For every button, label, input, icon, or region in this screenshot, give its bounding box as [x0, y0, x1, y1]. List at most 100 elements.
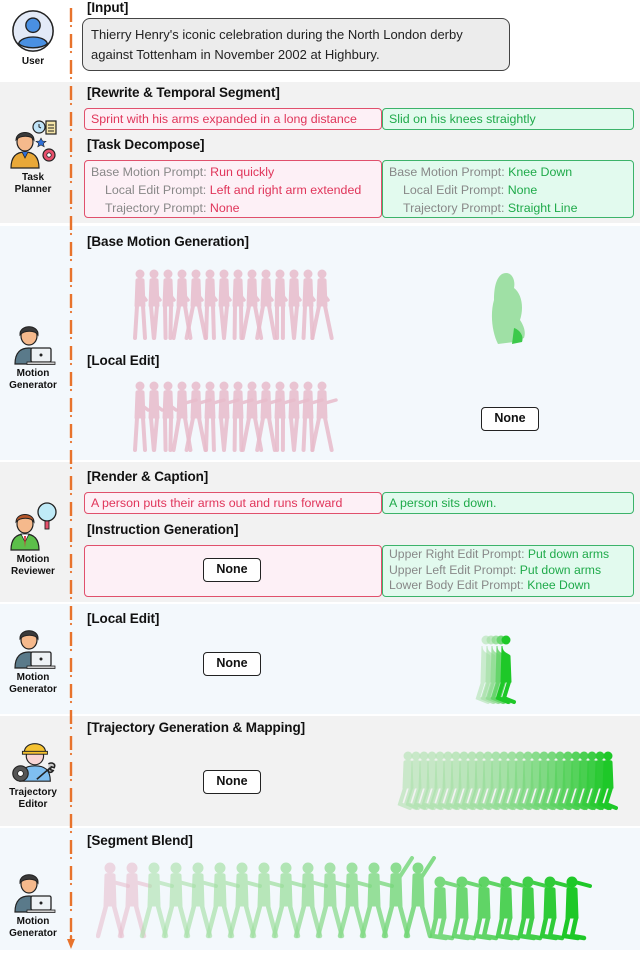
- prompt-value: None: [209, 201, 240, 215]
- human-pose-frame: [403, 856, 436, 939]
- agent-label-1: Motion: [16, 672, 50, 683]
- decompose-segment-2: Base Motion Prompt: Knee Down Local Edit…: [382, 160, 634, 218]
- human-pose-frame: [148, 381, 164, 452]
- motion-generator-icon: [14, 874, 56, 913]
- rewrite-segment-1: Sprint with his arms expanded in a long …: [84, 108, 382, 130]
- render-heading: [Render & Caption]: [87, 469, 209, 484]
- timeline-dot: [69, 622, 73, 626]
- timeline-dot: [69, 414, 73, 418]
- instruction-heading: [Instruction Generation]: [87, 522, 239, 537]
- blended-motion-sequence: [96, 856, 592, 941]
- trajectory-editor-icon: [12, 743, 56, 782]
- human-pose-frame: [204, 269, 218, 340]
- agent-label: User: [21, 56, 45, 67]
- instruction-segment-1-none-badge: None: [203, 558, 261, 582]
- timeline-dot: [69, 206, 73, 210]
- prompt-key: Lower Body Edit Prompt:: [389, 578, 528, 592]
- agent-motion-generator-2: Motion Generator: [4, 622, 62, 696]
- render-segment-2: A person sits down.: [382, 492, 634, 514]
- agent-motion-generator-1: Motion Generator: [4, 318, 62, 392]
- decompose-segment-1: Base Motion Prompt: Run quickly Local Ed…: [84, 160, 382, 218]
- base-motion-heading: [Base Motion Generation]: [87, 234, 249, 249]
- local-edit-kneel-sequence: [475, 635, 516, 704]
- agent-label-1: Motion: [16, 554, 50, 565]
- human-pose-frame: [255, 269, 277, 340]
- prompt-key: Upper Left Edit Prompt:: [389, 562, 520, 577]
- prompt-key: Base Motion Prompt:: [91, 165, 211, 179]
- timeline-dot: [69, 596, 73, 600]
- agent-label-2: Editor: [18, 799, 48, 810]
- human-pose-frame: [133, 269, 148, 340]
- human-pose-frame: [274, 269, 288, 340]
- human-pose-frame: [310, 269, 334, 340]
- motion-generator-icon: [14, 326, 56, 365]
- timeline-dot: [69, 804, 73, 808]
- instruction-row: Upper Left Edit Prompt: Put down arms: [389, 563, 627, 579]
- user-input-text: Thierry Henry's iconic celebration durin…: [82, 18, 510, 71]
- timeline-dot: [69, 440, 73, 444]
- decompose-row: Base Motion Prompt: Run quickly: [91, 163, 375, 181]
- prompt-value: Run quickly: [210, 165, 275, 179]
- timeline-dot: [69, 284, 73, 288]
- prompt-key: Local Edit Prompt:: [105, 183, 210, 197]
- agent-label-2: Generator: [9, 928, 57, 939]
- arrow-head-icon: [67, 939, 75, 949]
- motion-generator-icon: [14, 630, 56, 669]
- decompose-row: Trajectory Prompt: None: [91, 199, 375, 217]
- agent-task-planner: Task Planner: [4, 118, 62, 196]
- decompose-row: Base Motion Prompt: Knee Down: [389, 163, 627, 181]
- timeline-dot: [69, 76, 73, 80]
- timeline-dot: [69, 908, 73, 912]
- agent-label-2: Generator: [9, 684, 57, 695]
- timeline-dot: [69, 778, 73, 782]
- human-pose-frame: [148, 269, 162, 340]
- human-pose-frame: [218, 269, 232, 340]
- decompose-row: Trajectory Prompt: Straight Line: [389, 199, 627, 217]
- timeline-dot: [69, 752, 73, 756]
- timeline-dot: [69, 648, 73, 652]
- timeline-dot: [69, 830, 73, 834]
- timeline-dot: [69, 50, 73, 54]
- timeline-dot: [69, 700, 73, 704]
- human-pose-frame: [162, 269, 176, 340]
- timeline-dot: [69, 882, 73, 886]
- timeline-dot: [69, 570, 73, 574]
- user-icon: [12, 10, 54, 52]
- blend-heading: [Segment Blend]: [87, 833, 193, 848]
- timeline-dot: [69, 310, 73, 314]
- timeline-dot: [69, 102, 73, 106]
- human-pose-frame: [288, 269, 302, 340]
- timeline-dot: [69, 232, 73, 236]
- timeline-dot: [69, 128, 73, 132]
- human-pose-frame: [310, 381, 338, 452]
- agent-label-1: Motion: [16, 916, 50, 927]
- prompt-value: Left and right arm extended: [209, 183, 362, 197]
- timeline-dot: [69, 674, 73, 678]
- timeline-dot: [69, 518, 73, 522]
- render-segment-1-text: A person puts their arms out and runs fo…: [91, 496, 343, 510]
- prompt-value: None: [507, 183, 538, 197]
- agent-label-1: Trajectory: [9, 787, 57, 798]
- timeline-dot: [69, 492, 73, 496]
- input-heading: [Input]: [87, 0, 129, 15]
- agent-trajectory-editor: Trajectory Editor: [4, 735, 62, 811]
- prompt-key: Upper Right Edit Prompt:: [389, 547, 528, 561]
- base-motion-kneel-figure: [491, 272, 525, 344]
- timeline-dot: [69, 726, 73, 730]
- timeline-dot: [69, 856, 73, 860]
- instruction-row: Upper Right Edit Prompt: Put down arms: [389, 547, 627, 563]
- timeline-dot: [69, 154, 73, 158]
- prompt-value: Put down arms: [527, 547, 610, 561]
- rewrite-segment-2: Slid on his knees straightly: [382, 108, 634, 130]
- prompt-key: Local Edit Prompt:: [403, 183, 508, 197]
- human-pose-frame: [184, 269, 208, 340]
- agent-label-2: Generator: [9, 380, 57, 391]
- base-motion-run-sequence: [133, 269, 334, 340]
- timeline-dot: [69, 336, 73, 340]
- agent-label-2: Reviewer: [11, 566, 55, 577]
- render-segment-2-text: A person sits down.: [389, 496, 497, 510]
- agent-label-2: Planner: [14, 184, 52, 195]
- instruction-segment-2: Upper Right Edit Prompt: Put down arms U…: [382, 545, 634, 597]
- agent-user: User: [4, 8, 62, 68]
- agent-label-1: Motion: [16, 368, 50, 379]
